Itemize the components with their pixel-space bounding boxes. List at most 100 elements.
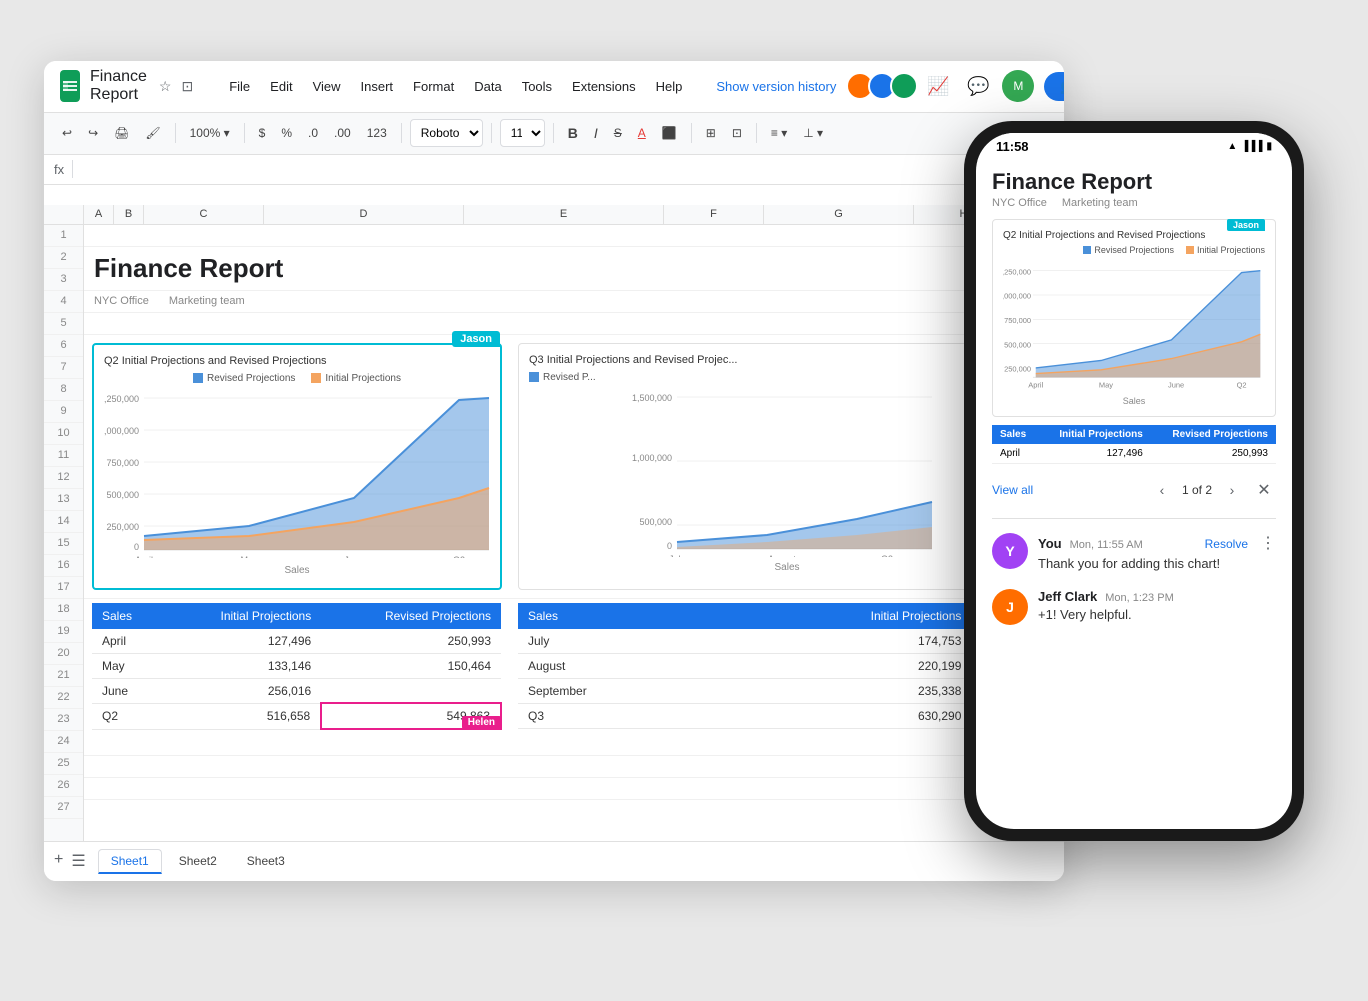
menu-data[interactable]: Data [466,75,509,98]
helen-cursor-label: Helen [462,716,501,729]
decimal2-button[interactable]: .00 [328,119,357,147]
undo-button[interactable]: ↩ [56,119,78,147]
q2-row-april: April 127,496 250,993 [92,629,501,654]
comments-divider [992,518,1276,519]
row-26: 26 [44,775,83,797]
tables-area: Sales Initial Projections Revised Projec… [84,599,1064,735]
meet-icon[interactable]: M [1002,70,1034,102]
menu-format[interactable]: Format [405,75,462,98]
print-button[interactable]: 🖨 [108,119,135,147]
q2-th-revised: Revised Projections [321,603,501,629]
q2-total-label: Q2 [92,703,163,729]
border-button[interactable]: ⊞ [700,119,722,147]
decimal1-button[interactable]: .0 [302,119,324,147]
phone-doc-title: Finance Report [992,161,1276,195]
phone-legend-revised: Revised Projections [1083,245,1174,255]
redo-button[interactable]: ↪ [82,119,104,147]
comment-you: Y You Mon, 11:55 AM Resolve ⋮ Thank you … [992,525,1276,581]
svg-text:1,000,000: 1,000,000 [1003,291,1031,300]
svg-text:500,000: 500,000 [1004,340,1031,349]
q2-may-initial: 133,146 [163,653,321,678]
phone-legend-initial: Initial Projections [1186,245,1265,255]
close-comments-button[interactable]: ✕ [1252,478,1276,502]
font-size-selector[interactable]: 11 [500,119,545,147]
menu-insert[interactable]: Insert [353,75,402,98]
column-headers: A B C D E F G H [44,205,1064,225]
phone-april-label: April [992,444,1039,464]
strikethrough-button[interactable]: S [608,119,628,147]
menu-file[interactable]: File [221,75,258,98]
prev-page-button[interactable]: ‹ [1150,478,1174,502]
menu-edit[interactable]: Edit [262,75,300,98]
share-button[interactable]: 👥 Share [1044,72,1064,101]
sheet-area: A B C D E F G H 1 2 3 4 5 6 7 [44,205,1064,841]
add-sheet-icon[interactable]: + [54,851,63,871]
comment-you-header: You Mon, 11:55 AM Resolve ⋮ [1038,533,1276,553]
wifi-icon: ▲ [1227,141,1237,152]
chat-icon[interactable]: 💬 [962,70,994,102]
sheet-tab-1[interactable]: Sheet1 [98,849,162,874]
col-E: E [464,205,664,225]
svg-text:500,000: 500,000 [639,517,672,527]
bold-button[interactable]: B [562,119,584,147]
phone-legend-initial-color [1186,246,1194,254]
formula-input[interactable] [81,162,1054,177]
sheets-list-icon[interactable]: ☰ [71,851,85,871]
svg-text:1,500,000: 1,500,000 [632,393,672,403]
menu-tools[interactable]: Tools [514,75,560,98]
next-page-button[interactable]: › [1220,478,1244,502]
q3-september-label: September [518,678,706,703]
phone-chart-legend: Revised Projections Initial Projections [1003,245,1265,255]
row-3: 3 [44,269,83,291]
svg-text:May: May [1099,380,1113,388]
phone-jason-cursor: Jason [1227,219,1265,231]
resolve-button[interactable]: Resolve [1205,537,1248,551]
paint-format-button[interactable]: 🖌 [139,119,166,147]
row-2: 2 [44,247,83,269]
q3-total-initial: 630,290 [706,703,971,728]
star-icon[interactable]: ☆ [157,76,174,97]
version-history-link[interactable]: Show version history [716,79,836,94]
percent-button[interactable]: % [275,119,298,147]
svg-text:August: August [768,554,797,557]
row-12: 12 [44,467,83,489]
q2-total-revised: 549,863 Helen [321,703,501,729]
svg-text:1,000,000: 1,000,000 [104,426,139,436]
italic-button[interactable]: I [588,119,604,147]
col-B: B [114,205,144,225]
sheet-tab-3[interactable]: Sheet3 [234,849,298,873]
row-1: 1 [44,225,83,247]
formula-bar: fx [44,155,1064,185]
align-button[interactable]: ≡ ▾ [765,119,793,147]
activity-icon[interactable]: 📈 [922,70,954,102]
menu-view[interactable]: View [305,75,349,98]
currency-button[interactable]: $ [253,119,272,147]
view-all-link[interactable]: View all [992,483,1150,497]
sheet-tab-2[interactable]: Sheet2 [166,849,230,873]
q2-chart-legend: Revised Projections Initial Projections [104,373,490,384]
drive-icon[interactable]: ⊡ [179,76,195,97]
valign-button[interactable]: ⊥ ▾ [797,119,829,147]
col-F: F [664,205,764,225]
subtitle-1: NYC Office [94,295,149,307]
empty-row-4 [84,313,1064,335]
menu-extensions[interactable]: Extensions [564,75,644,98]
phone-sales-label: Sales [1003,396,1265,406]
merge-button[interactable]: ⊡ [726,119,748,147]
q2-april-initial: 127,496 [163,629,321,654]
fx-label: fx [54,162,64,177]
comment-jeff-body: Jeff Clark Mon, 1:23 PM +1! Very helpful… [1038,589,1276,625]
empty-row-27 [84,778,1064,800]
zoom-button[interactable]: 100% ▾ [184,119,236,147]
comment-more-button[interactable]: ⋮ [1260,533,1276,553]
legend-revised-color [193,373,203,383]
row-18: 18 [44,599,83,621]
svg-text:250,000: 250,000 [106,522,139,532]
row-4: 4 [44,291,83,313]
menu-help[interactable]: Help [648,75,691,98]
phone-th-revised: Revised Projections [1151,425,1276,444]
format123-button[interactable]: 123 [361,119,393,147]
fill-color-button[interactable]: ⬛ [656,119,683,147]
font-selector[interactable]: Roboto [410,119,483,147]
text-color-button[interactable]: A [632,119,652,147]
